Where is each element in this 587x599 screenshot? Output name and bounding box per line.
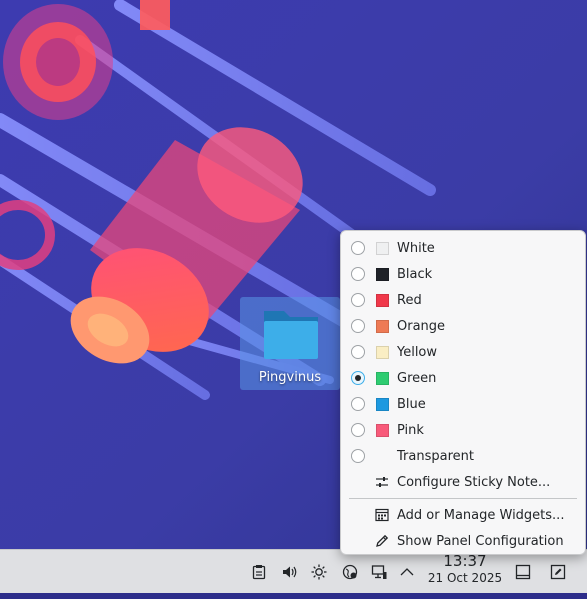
menu-label-green: Green bbox=[397, 370, 437, 386]
desktop-folder-label: Pingvinus bbox=[258, 370, 322, 385]
taskbar: 13:37 21 Oct 2025 bbox=[0, 549, 587, 599]
radio-transparent[interactable] bbox=[351, 449, 365, 463]
radio-red[interactable] bbox=[351, 293, 365, 307]
swatch-yellow bbox=[376, 345, 389, 359]
add-manage-widgets-label: Add or Manage Widgets... bbox=[397, 507, 565, 523]
swatch-red bbox=[376, 293, 389, 307]
swatch-pink bbox=[376, 423, 389, 437]
menu-label-yellow: Yellow bbox=[397, 344, 438, 360]
menu-label-white: White bbox=[397, 240, 435, 256]
menu-item-yellow[interactable]: Yellow bbox=[341, 339, 585, 365]
clock-time: 13:37 bbox=[443, 552, 487, 570]
configure-sticky-note-label: Configure Sticky Note... bbox=[397, 474, 551, 490]
menu-label-pink: Pink bbox=[397, 422, 424, 438]
menu-item-orange[interactable]: Orange bbox=[341, 313, 585, 339]
show-panel-configuration-item[interactable]: Show Panel Configuration bbox=[341, 528, 585, 554]
radio-pink[interactable] bbox=[351, 423, 365, 437]
configure-icon bbox=[375, 475, 389, 489]
configure-sticky-note-item[interactable]: Configure Sticky Note... bbox=[341, 469, 585, 495]
clipboard-icon[interactable] bbox=[249, 562, 269, 582]
brightness-icon[interactable] bbox=[309, 562, 329, 582]
menu-item-blue[interactable]: Blue bbox=[341, 391, 585, 417]
show-panel-configuration-label: Show Panel Configuration bbox=[397, 533, 564, 549]
swatch-orange bbox=[376, 319, 389, 333]
menu-item-white[interactable]: White bbox=[341, 235, 585, 261]
swatch-green bbox=[376, 371, 389, 385]
menu-item-pink[interactable]: Pink bbox=[341, 417, 585, 443]
swatch-white bbox=[376, 241, 389, 255]
menu-label-orange: Orange bbox=[397, 318, 446, 334]
volume-icon[interactable] bbox=[279, 562, 299, 582]
radio-blue[interactable] bbox=[351, 397, 365, 411]
menu-label-blue: Blue bbox=[397, 396, 426, 412]
add-manage-widgets-item[interactable]: Add or Manage Widgets... bbox=[341, 502, 585, 528]
show-desktop-icon[interactable] bbox=[513, 562, 533, 582]
swatch-black bbox=[376, 267, 389, 281]
radio-black[interactable] bbox=[351, 267, 365, 281]
menu-separator bbox=[349, 498, 577, 499]
menu-item-red[interactable]: Red bbox=[341, 287, 585, 313]
taskbar-bottom-edge bbox=[0, 593, 587, 599]
clock-date: 21 Oct 2025 bbox=[427, 571, 503, 585]
context-menu: White Black Red Orange Yellow Green Blue… bbox=[340, 230, 586, 555]
radio-green[interactable] bbox=[351, 371, 365, 385]
menu-item-black[interactable]: Black bbox=[341, 261, 585, 287]
chevron-up-icon[interactable] bbox=[397, 562, 417, 582]
edit-panel-icon[interactable] bbox=[548, 562, 568, 582]
widgets-icon bbox=[375, 508, 389, 522]
menu-label-red: Red bbox=[397, 292, 422, 308]
swatch-blue bbox=[376, 397, 389, 411]
menu-item-transparent[interactable]: Transparent bbox=[341, 443, 585, 469]
radio-white[interactable] bbox=[351, 241, 365, 255]
radio-orange[interactable] bbox=[351, 319, 365, 333]
menu-item-green[interactable]: Green bbox=[341, 365, 585, 391]
menu-label-black: Black bbox=[397, 266, 433, 282]
folder-icon bbox=[262, 305, 320, 365]
desktop-folder-pingvinus[interactable]: Pingvinus bbox=[240, 297, 340, 390]
digital-clock[interactable]: 13:37 21 Oct 2025 bbox=[420, 553, 510, 585]
menu-label-transparent: Transparent bbox=[397, 448, 474, 464]
display-icon[interactable] bbox=[369, 562, 389, 582]
pencil-icon bbox=[375, 534, 389, 548]
radio-yellow[interactable] bbox=[351, 345, 365, 359]
network-icon[interactable] bbox=[340, 562, 360, 582]
